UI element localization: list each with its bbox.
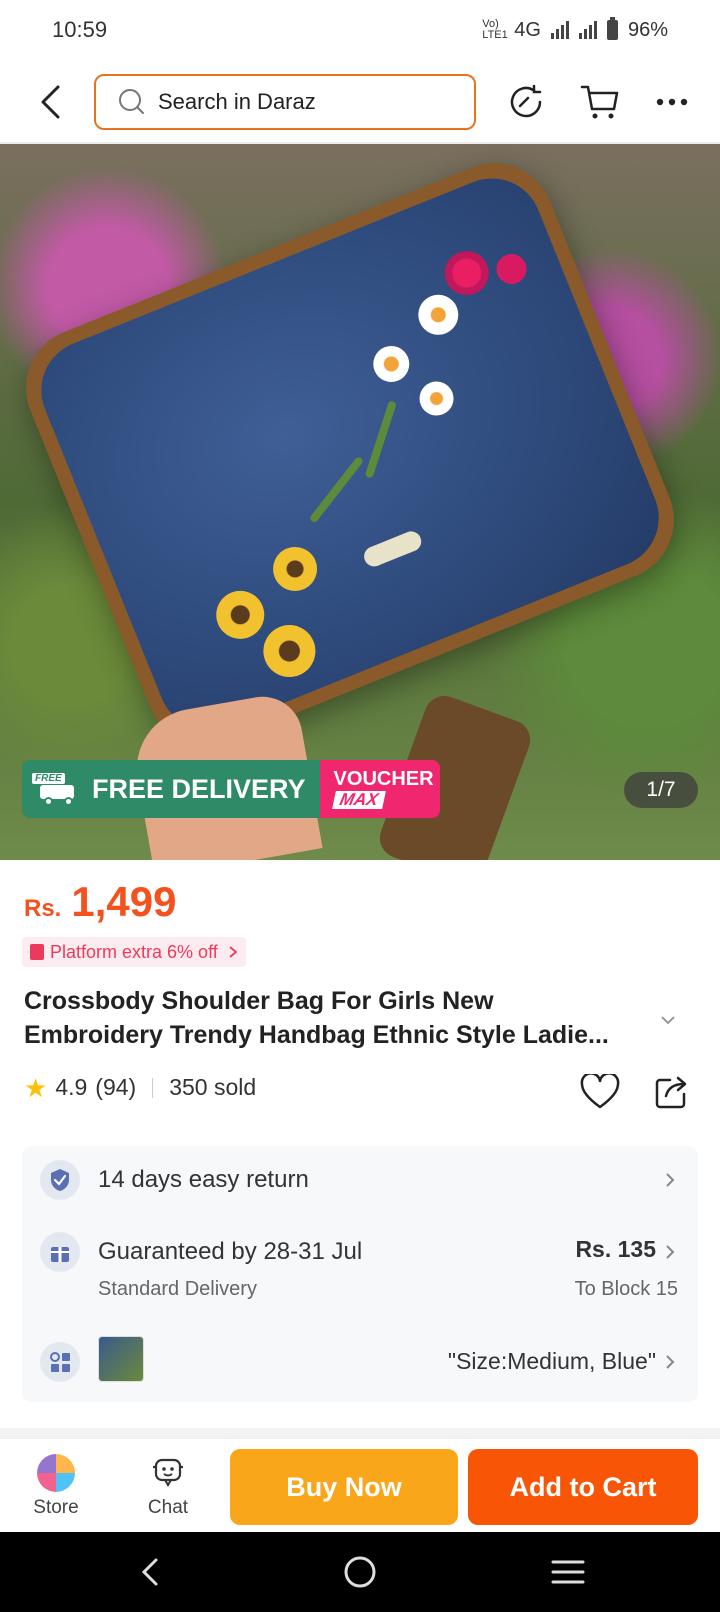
store-label: Store — [33, 1497, 79, 1518]
promo-badge: FREE FREE DELIVERY VOUCHER MAX — [22, 760, 440, 818]
battery-icon — [606, 17, 618, 40]
nav-back-button[interactable] — [126, 1552, 174, 1592]
star-icon: ★ — [24, 1072, 48, 1103]
nav-home-button[interactable] — [336, 1552, 384, 1592]
review-count: (94) — [95, 1074, 137, 1100]
status-indicators: Vo) LTE1 4G 96% — [482, 17, 668, 42]
gift-icon — [40, 1232, 80, 1272]
service-card: 14 days easy return Guaranteed by 28-31 … — [22, 1146, 698, 1402]
nav-menu-icon — [551, 1560, 585, 1584]
status-time: 10:59 — [52, 17, 108, 42]
chat-button[interactable]: Chat — [128, 1453, 208, 1519]
rating-separator — [152, 1077, 154, 1098]
top-header: Search in Daraz — [0, 66, 720, 138]
title-expand-button[interactable] — [656, 1008, 680, 1032]
platform-offer-label: Platform extra 6% off — [50, 941, 218, 962]
product-title: Crossbody Shoulder Bag For Girls New Emb… — [24, 984, 664, 1052]
back-icon — [41, 85, 60, 119]
variant-thumbnail — [98, 1336, 144, 1382]
platform-offer-tag[interactable]: Platform extra 6% off — [22, 937, 246, 967]
bottom-action-bar: Store Chat Buy Now Add to Cart — [0, 1438, 720, 1532]
truck-icon: FREE — [32, 773, 84, 806]
buy-now-button[interactable]: Buy Now — [230, 1449, 458, 1525]
price-currency: Rs. — [24, 895, 62, 922]
variant-selected-label: "Size:Medium, Blue" — [447, 1348, 656, 1374]
store-icon — [37, 1454, 75, 1492]
return-policy-label: 14 days easy return — [98, 1166, 309, 1193]
search-input[interactable]: Search in Daraz — [94, 74, 476, 130]
network-label: 4G — [514, 18, 541, 41]
chevron-right-icon — [662, 1172, 678, 1188]
product-title-line-2: Embroidery Trendy Handbag Ethnic Style L… — [24, 1021, 609, 1049]
chevron-right-icon — [229, 946, 238, 958]
product-price: Rs. 1,499 — [24, 878, 176, 926]
delivery-fee: Rs. 135 — [575, 1236, 656, 1262]
status-bar: 10:59 Vo) LTE1 4G 96% — [0, 0, 720, 60]
wishlist-button[interactable] — [578, 1070, 622, 1114]
add-to-cart-button[interactable]: Add to Cart — [468, 1449, 698, 1525]
history-button[interactable] — [502, 78, 550, 126]
product-title-line-1: Crossbody Shoulder Bag For Girls New — [24, 987, 494, 1015]
more-icon — [656, 98, 688, 106]
signal-icon — [550, 21, 569, 39]
volte-label: Vo) LTE1 — [482, 18, 508, 41]
chevron-right-icon — [662, 1354, 678, 1370]
return-policy-row[interactable]: 14 days easy return — [22, 1146, 698, 1214]
chat-icon — [153, 1458, 183, 1487]
nav-home-icon — [344, 1556, 376, 1588]
store-button[interactable]: Store — [16, 1453, 96, 1519]
coupon-icon — [30, 944, 44, 960]
sold-count: 350 sold — [169, 1074, 257, 1100]
chat-label: Chat — [147, 1497, 189, 1518]
shield-icon — [40, 1160, 80, 1200]
search-icon — [119, 89, 144, 114]
free-delivery-label: FREE DELIVERY — [92, 773, 306, 804]
delivery-row[interactable]: Guaranteed by 28-31 Jul Standard Deliver… — [22, 1214, 698, 1324]
voucher-max-badge: VOUCHER MAX — [319, 760, 440, 818]
delivery-destination: To Block 15 — [574, 1278, 678, 1300]
voucher-max-label: MAX — [331, 790, 386, 809]
chevron-right-icon — [662, 1244, 678, 1260]
image-counter: 1/7 — [624, 772, 698, 808]
delivery-type-label: Standard Delivery — [98, 1278, 257, 1300]
rating-row[interactable]: ★ 4.9 (94) 350 sold — [24, 1074, 256, 1101]
variant-row[interactable]: "Size:Medium, Blue" — [22, 1324, 698, 1402]
section-divider — [0, 1428, 720, 1438]
share-icon — [655, 1076, 687, 1109]
system-nav-bar — [0, 1532, 720, 1612]
signal-2-icon — [578, 21, 597, 39]
free-tag: FREE — [32, 773, 65, 784]
back-button[interactable] — [32, 80, 68, 124]
cart-button[interactable] — [576, 78, 624, 126]
product-image-carousel[interactable]: FREE FREE DELIVERY VOUCHER MAX 1/7 — [0, 144, 720, 860]
history-icon — [510, 84, 542, 118]
delivery-guarantee-label: Guaranteed by 28-31 Jul — [98, 1238, 363, 1265]
battery-level: 96% — [627, 18, 668, 41]
nav-menu-button[interactable] — [544, 1552, 592, 1592]
chevron-down-icon — [661, 1016, 675, 1025]
nav-back-icon — [141, 1558, 158, 1586]
more-button[interactable] — [648, 78, 696, 126]
grid-icon — [40, 1342, 80, 1382]
search-placeholder: Search in Daraz — [158, 89, 316, 114]
free-delivery-badge: FREE FREE DELIVERY — [22, 760, 320, 818]
product-photo-bag — [7, 145, 693, 763]
share-button[interactable] — [652, 1070, 692, 1114]
cart-icon — [580, 85, 619, 119]
rating-value: 4.9 — [55, 1074, 88, 1100]
voucher-label: VOUCHER — [333, 768, 434, 790]
price-value: 1,499 — [71, 878, 177, 925]
heart-icon — [580, 1074, 620, 1109]
